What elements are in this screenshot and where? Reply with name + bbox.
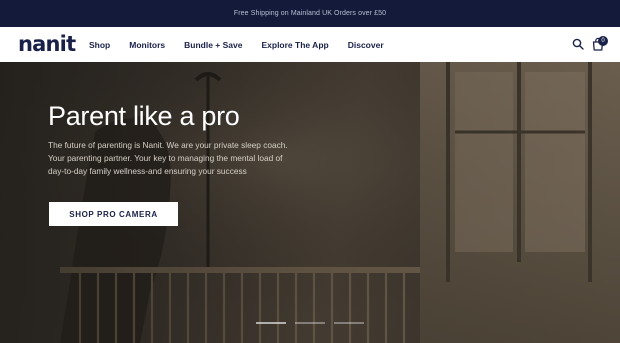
site-header: nanit Shop Monitors Bundle + Save Explor…: [0, 27, 620, 62]
nav-item-bundle-save[interactable]: Bundle + Save: [184, 40, 242, 50]
nav-item-explore-app[interactable]: Explore The App: [261, 40, 328, 50]
slider-dot-2[interactable]: [295, 322, 325, 324]
hero-description: The future of parenting is Nanit. We are…: [48, 140, 288, 176]
search-icon[interactable]: [572, 38, 584, 50]
slider-dots: [256, 322, 373, 324]
slider-dot-1[interactable]: [256, 322, 286, 324]
shop-pro-camera-button[interactable]: SHOP PRO CAMERA: [49, 202, 178, 226]
nav-item-monitors[interactable]: Monitors: [129, 40, 165, 50]
nanit-logo[interactable]: nanit: [18, 33, 76, 55]
slider-dot-3[interactable]: [334, 322, 364, 324]
announcement-bar: Free Shipping on Mainland UK Orders over…: [0, 0, 620, 27]
cart-count-badge: 0: [598, 36, 608, 46]
nav-item-shop[interactable]: Shop: [89, 40, 110, 50]
announcement-text: Free Shipping on Mainland UK Orders over…: [233, 10, 387, 17]
main-nav: Shop Monitors Bundle + Save Explore The …: [89, 27, 403, 62]
hero-title: Parent like a pro: [48, 101, 240, 131]
nav-item-discover[interactable]: Discover: [348, 40, 384, 50]
